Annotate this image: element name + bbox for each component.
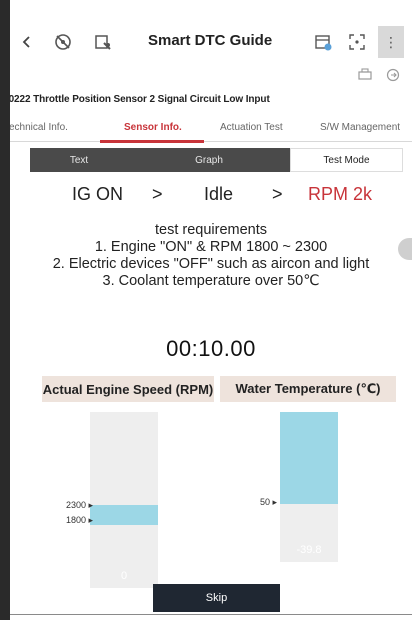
step-separator: > <box>272 184 283 204</box>
tab-bar: Technical Info. Sensor Info. Actuation T… <box>10 116 412 143</box>
gauge-temp: -39.8 <box>280 412 338 562</box>
step-idle: Idle <box>204 184 234 204</box>
gauge-rpm-value: 0 <box>120 570 128 582</box>
capture-icon[interactable] <box>344 29 370 55</box>
requirements-title: test requirements <box>154 222 268 238</box>
step-separator: > <box>152 184 163 204</box>
vehicle-info-icon[interactable] <box>90 29 116 55</box>
tab-sw-management[interactable]: S/W Management <box>320 122 400 133</box>
requirement-item: 1. Engine "ON" & RPM 1800 ~ 2300 <box>94 239 328 255</box>
gauge-temp-title: Water Temperature (℃) <box>220 376 396 402</box>
app-header: Smart DTC Guide ⋮ <box>10 26 412 60</box>
gauge-temp-fill <box>280 412 338 504</box>
test-steps: IG ON > Idle > RPM 2k <box>10 184 412 210</box>
segment-text[interactable]: Text <box>30 148 128 172</box>
gauge-rpm: 0 <box>90 412 158 588</box>
requirement-item: 3. Coolant temperature over 50℃ <box>102 273 320 289</box>
segment-test-mode[interactable]: Test Mode <box>290 148 403 172</box>
print-icon[interactable] <box>354 64 376 86</box>
gauge-target-band <box>90 505 158 525</box>
step-ig-on: IG ON <box>72 184 124 204</box>
gauge-rpm-title: Actual Engine Speed (RPM) <box>42 376 214 402</box>
mode-segment-control: Text Graph Test Mode <box>30 148 403 172</box>
gauge-marker-2300: 2300 ▸ <box>66 500 94 510</box>
window-edge <box>0 0 10 620</box>
bottom-border <box>10 614 412 615</box>
test-timer: 00:10.00 <box>166 336 256 361</box>
gauge-marker-50: 50 ▸ <box>260 497 278 507</box>
gauge-temp-value: -39.8 <box>296 544 322 556</box>
test-requirements: test requirements 1. Engine "ON" & RPM 1… <box>10 222 412 290</box>
share-icon[interactable] <box>382 64 404 86</box>
tab-sensor-info[interactable]: Sensor Info. <box>124 122 182 133</box>
page-title: Smart DTC Guide <box>148 32 273 49</box>
requirement-item: 2. Electric devices "OFF" such as aircon… <box>52 256 370 272</box>
calendar-icon[interactable] <box>310 29 336 55</box>
no-signal-icon[interactable] <box>50 29 76 55</box>
back-arrow-icon[interactable] <box>14 29 40 55</box>
tab-actuation-test[interactable]: Actuation Test <box>220 122 283 133</box>
step-rpm-2k: RPM 2k <box>308 184 373 204</box>
gauge-marker-1800: 1800 ▸ <box>66 515 94 525</box>
more-vert-icon[interactable]: ⋮ <box>378 26 404 58</box>
dtc-title: P0222 Throttle Position Sensor 2 Signal … <box>10 94 270 105</box>
skip-button[interactable]: Skip <box>153 584 280 612</box>
tab-technical-info[interactable]: Technical Info. <box>10 122 68 133</box>
segment-graph[interactable]: Graph <box>128 148 290 172</box>
active-tab-indicator <box>100 140 204 143</box>
app-screen: Smart DTC Guide ⋮ P0222 Throttle Positio… <box>10 0 412 620</box>
